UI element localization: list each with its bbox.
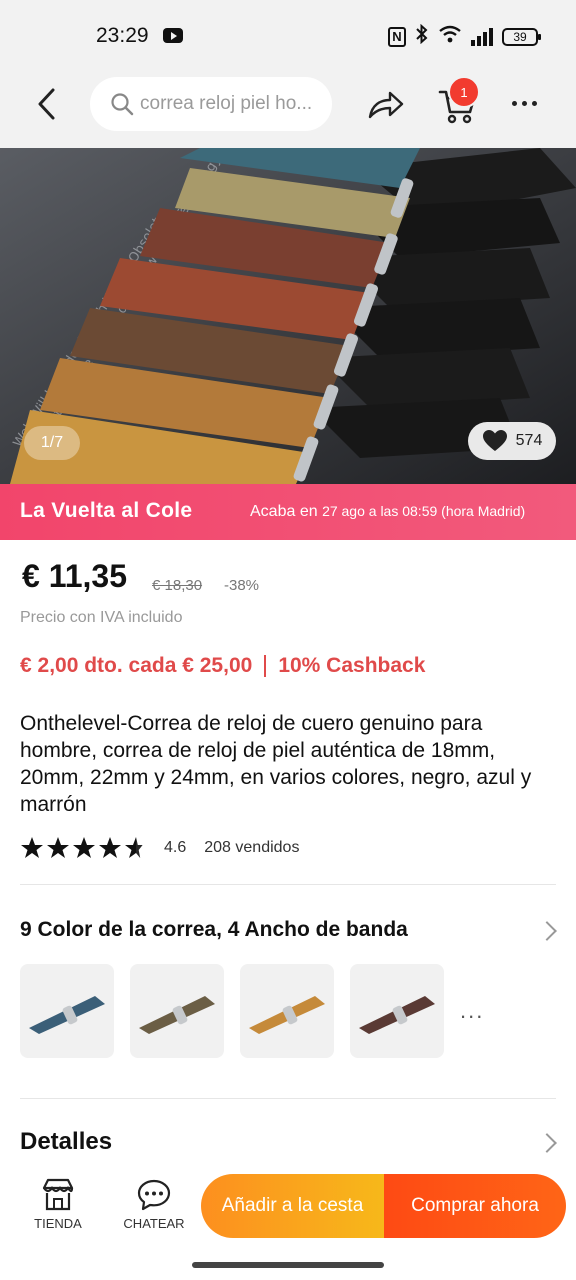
rating-row[interactable]: 4.6 208 vendidos — [20, 836, 299, 860]
product-title: Onthelevel-Correa de reloj de cuero genu… — [20, 712, 532, 816]
variant-thumb-brown[interactable] — [350, 964, 444, 1058]
half-star-icon — [125, 837, 143, 858]
promo-ends-prefix: Acaba en — [250, 503, 318, 520]
star-icon — [99, 837, 121, 858]
wishlist-button[interactable]: 574 — [468, 422, 556, 460]
strap-image — [249, 996, 325, 1034]
promo-countdown: Acaba en 27 ago a las 08:59 (hora Madrid… — [250, 503, 525, 521]
buy-now-button[interactable]: Comprar ahora — [384, 1174, 566, 1238]
product-image-gallery[interactable]: Web Will Implode. Search Will be Obsolet… — [0, 148, 576, 484]
wifi-icon — [438, 25, 462, 48]
divider — [20, 1098, 556, 1099]
status-time: 23:29 — [96, 24, 149, 47]
promo-ends-date: 27 ago a las 08:59 (hora Madrid) — [322, 503, 526, 519]
details-title[interactable]: Detalles — [20, 1128, 112, 1156]
sold-count: 208 vendidos — [204, 839, 300, 856]
vat-note: Precio con IVA incluido — [20, 609, 183, 626]
store-label: TIENDA — [34, 1216, 82, 1231]
current-price: € 11,35 — [22, 558, 127, 594]
star-icon — [73, 837, 95, 858]
promo-banner[interactable]: La Vuelta al Cole Acaba en 27 ago a las … — [0, 484, 576, 540]
strap-image — [359, 996, 435, 1034]
more-variants-indicator[interactable]: ... — [460, 998, 484, 1024]
search-input[interactable]: correa reloj piel ho... — [90, 77, 332, 131]
chat-icon — [137, 1179, 171, 1211]
youtube-notification-icon — [163, 28, 183, 43]
home-indicator[interactable] — [192, 1262, 384, 1268]
bottom-action-bar: TIENDA CHATEAR Añadir a la cesta Comprar… — [0, 1168, 576, 1248]
top-nav: correa reloj piel ho... 1 — [0, 70, 576, 148]
strap-image — [139, 996, 215, 1034]
coupon-separator — [264, 655, 267, 677]
variant-thumbnails: ... — [20, 964, 484, 1058]
variant-thumb-blue[interactable] — [20, 964, 114, 1058]
image-counter: 1/7 — [24, 426, 80, 460]
chat-button[interactable]: CHATEAR — [116, 1178, 192, 1231]
star-icon — [21, 837, 43, 858]
wishlist-count: 574 — [515, 432, 543, 449]
discount-percent: -38% — [224, 577, 260, 594]
store-icon — [42, 1178, 74, 1211]
heart-icon — [482, 430, 507, 451]
rating-value: 4.6 — [164, 839, 187, 856]
share-icon — [368, 91, 404, 119]
variant-thumb-mustard[interactable] — [240, 964, 334, 1058]
cart-count-badge: 1 — [448, 76, 480, 108]
cashback-label: 10% Cashback — [278, 654, 426, 677]
nfc-icon: N — [388, 26, 406, 47]
signal-icon — [471, 27, 493, 46]
chevron-left-icon — [38, 88, 55, 120]
divider — [20, 884, 556, 885]
share-button[interactable] — [366, 85, 406, 125]
original-price: € 18,30 — [152, 577, 203, 594]
more-options-button[interactable] — [512, 98, 544, 108]
search-placeholder: correa reloj piel ho... — [140, 93, 313, 114]
search-icon — [111, 93, 134, 116]
status-bar: 23:29 N 39 — [0, 0, 576, 70]
chat-label: CHATEAR — [123, 1216, 185, 1231]
coupon-info[interactable]: € 2,00 dto. cada € 25,00 10% Cashback — [20, 654, 425, 678]
battery-icon: 39 — [502, 27, 541, 46]
rating-stars — [20, 836, 148, 860]
add-to-cart-button[interactable]: Añadir a la cesta — [201, 1174, 384, 1238]
variant-thumb-olive[interactable] — [130, 964, 224, 1058]
strap-image — [29, 996, 105, 1034]
coupon-discount: € 2,00 dto. cada € 25,00 — [20, 654, 253, 677]
star-icon — [47, 837, 69, 858]
variants-title[interactable]: 9 Color de la correa, 4 Ancho de banda — [20, 918, 408, 942]
bluetooth-icon — [415, 23, 429, 49]
status-icons: N 39 — [388, 23, 541, 49]
promo-title: La Vuelta al Cole — [20, 499, 193, 522]
chevron-right-icon[interactable] — [537, 1133, 557, 1153]
back-button[interactable] — [26, 84, 66, 124]
store-button[interactable]: TIENDA — [20, 1178, 96, 1231]
chevron-right-icon[interactable] — [537, 921, 557, 941]
